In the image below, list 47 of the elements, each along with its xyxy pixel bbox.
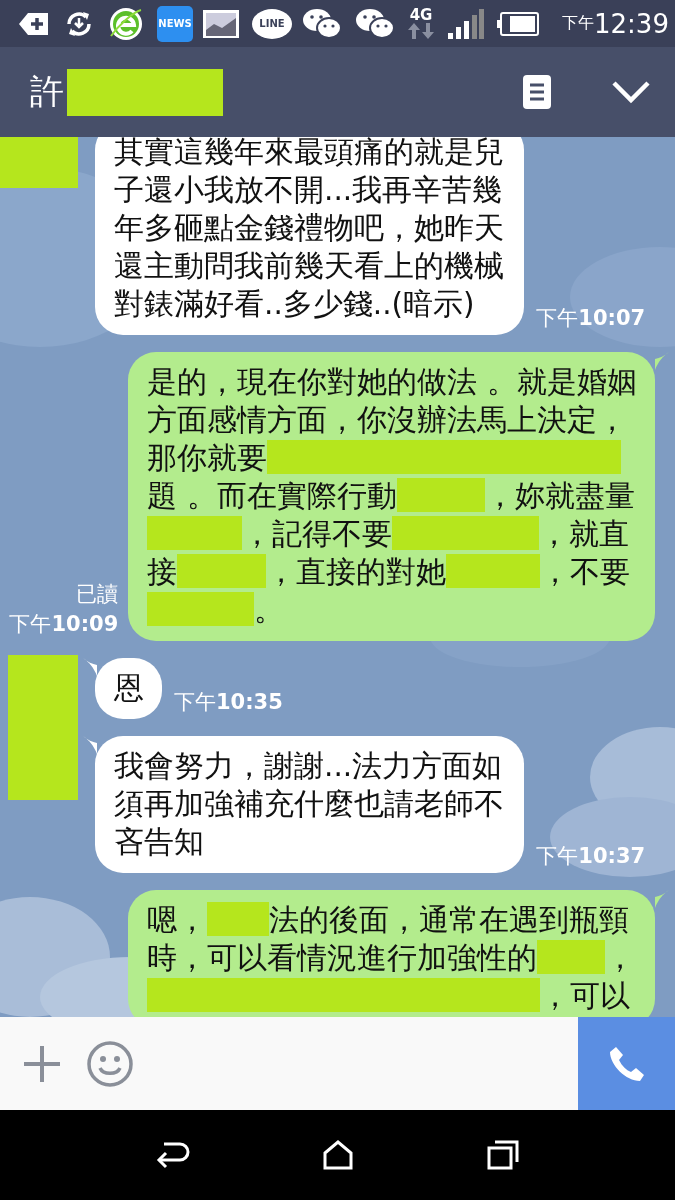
home-icon[interactable] [322, 1140, 355, 1170]
chevron-down-icon[interactable] [611, 80, 651, 104]
clock-time: 12:39 [594, 8, 669, 39]
message-text: ，就直 [539, 516, 630, 553]
clock-period: 下午 [562, 13, 594, 32]
redaction-mark [207, 901, 270, 936]
message-text: ， [605, 940, 636, 977]
message-time: 下午10:07 [536, 305, 646, 332]
message-text: 法的後面，通常在遇到瓶頸 [269, 902, 630, 939]
message-text: 接 [147, 554, 178, 591]
call-button[interactable] [578, 1017, 675, 1110]
emoji-icon[interactable] [86, 1039, 134, 1088]
message-text: 我會努力，謝謝...法力方面如須再加強補充什麼也請老師不吝告知 [114, 749, 504, 859]
message-text: 題 。而在實際行動 [147, 478, 397, 515]
news-app-icon: NEWS [157, 5, 193, 42]
line-app-icon: LINE [252, 8, 292, 39]
message-text: 時，可以看情況進行加強性的 [147, 940, 538, 977]
message-time: 下午10:35 [174, 689, 283, 716]
notes-icon[interactable] [523, 75, 551, 109]
message-text: 嗯， [147, 902, 208, 939]
message-text: ，直接的對她 [265, 554, 446, 591]
back-icon[interactable] [156, 1140, 191, 1170]
recents-icon[interactable] [486, 1140, 519, 1170]
message-text: 那你就要 [147, 440, 268, 477]
signal-icon [448, 8, 484, 39]
message-time: 下午10:09 [9, 611, 119, 638]
message-text: ，不要 [540, 554, 631, 591]
chat-title: 許 [30, 70, 64, 113]
message-text: 是的，現在你對她的做法 。就是婚姻 [147, 364, 637, 401]
message-text: 恩 [114, 671, 144, 705]
message-text: 方面感情方面，你沒辦法馬上決定， [147, 402, 628, 439]
message-text: ，妳就盡量 [485, 478, 636, 515]
message-text: ，可以 [539, 978, 630, 1015]
plus-icon[interactable] [22, 1043, 62, 1084]
redaction-mark [537, 939, 606, 974]
browser-e-icon [108, 5, 144, 42]
message-text: ，記得不要 [241, 516, 392, 553]
data-arrows-icon [408, 23, 434, 39]
message-text: 其實這幾年來最頭痛的就是兒子還小我放不開...我再辛苦幾年多砸點金錢禮物吧，她昨天還主動問我前幾天看上的機械對錶滿好看..多少錢..(暗示) [114, 137, 504, 321]
message-text: 。 [253, 592, 284, 629]
picture-frame-icon [203, 9, 239, 38]
message-time: 下午10:37 [536, 843, 646, 870]
read-receipt: 已讀 [76, 581, 119, 608]
tag-plus-icon [18, 11, 50, 36]
network-label: 4G [409, 8, 433, 23]
battery-icon [497, 11, 539, 36]
phone-icon [607, 1044, 646, 1083]
